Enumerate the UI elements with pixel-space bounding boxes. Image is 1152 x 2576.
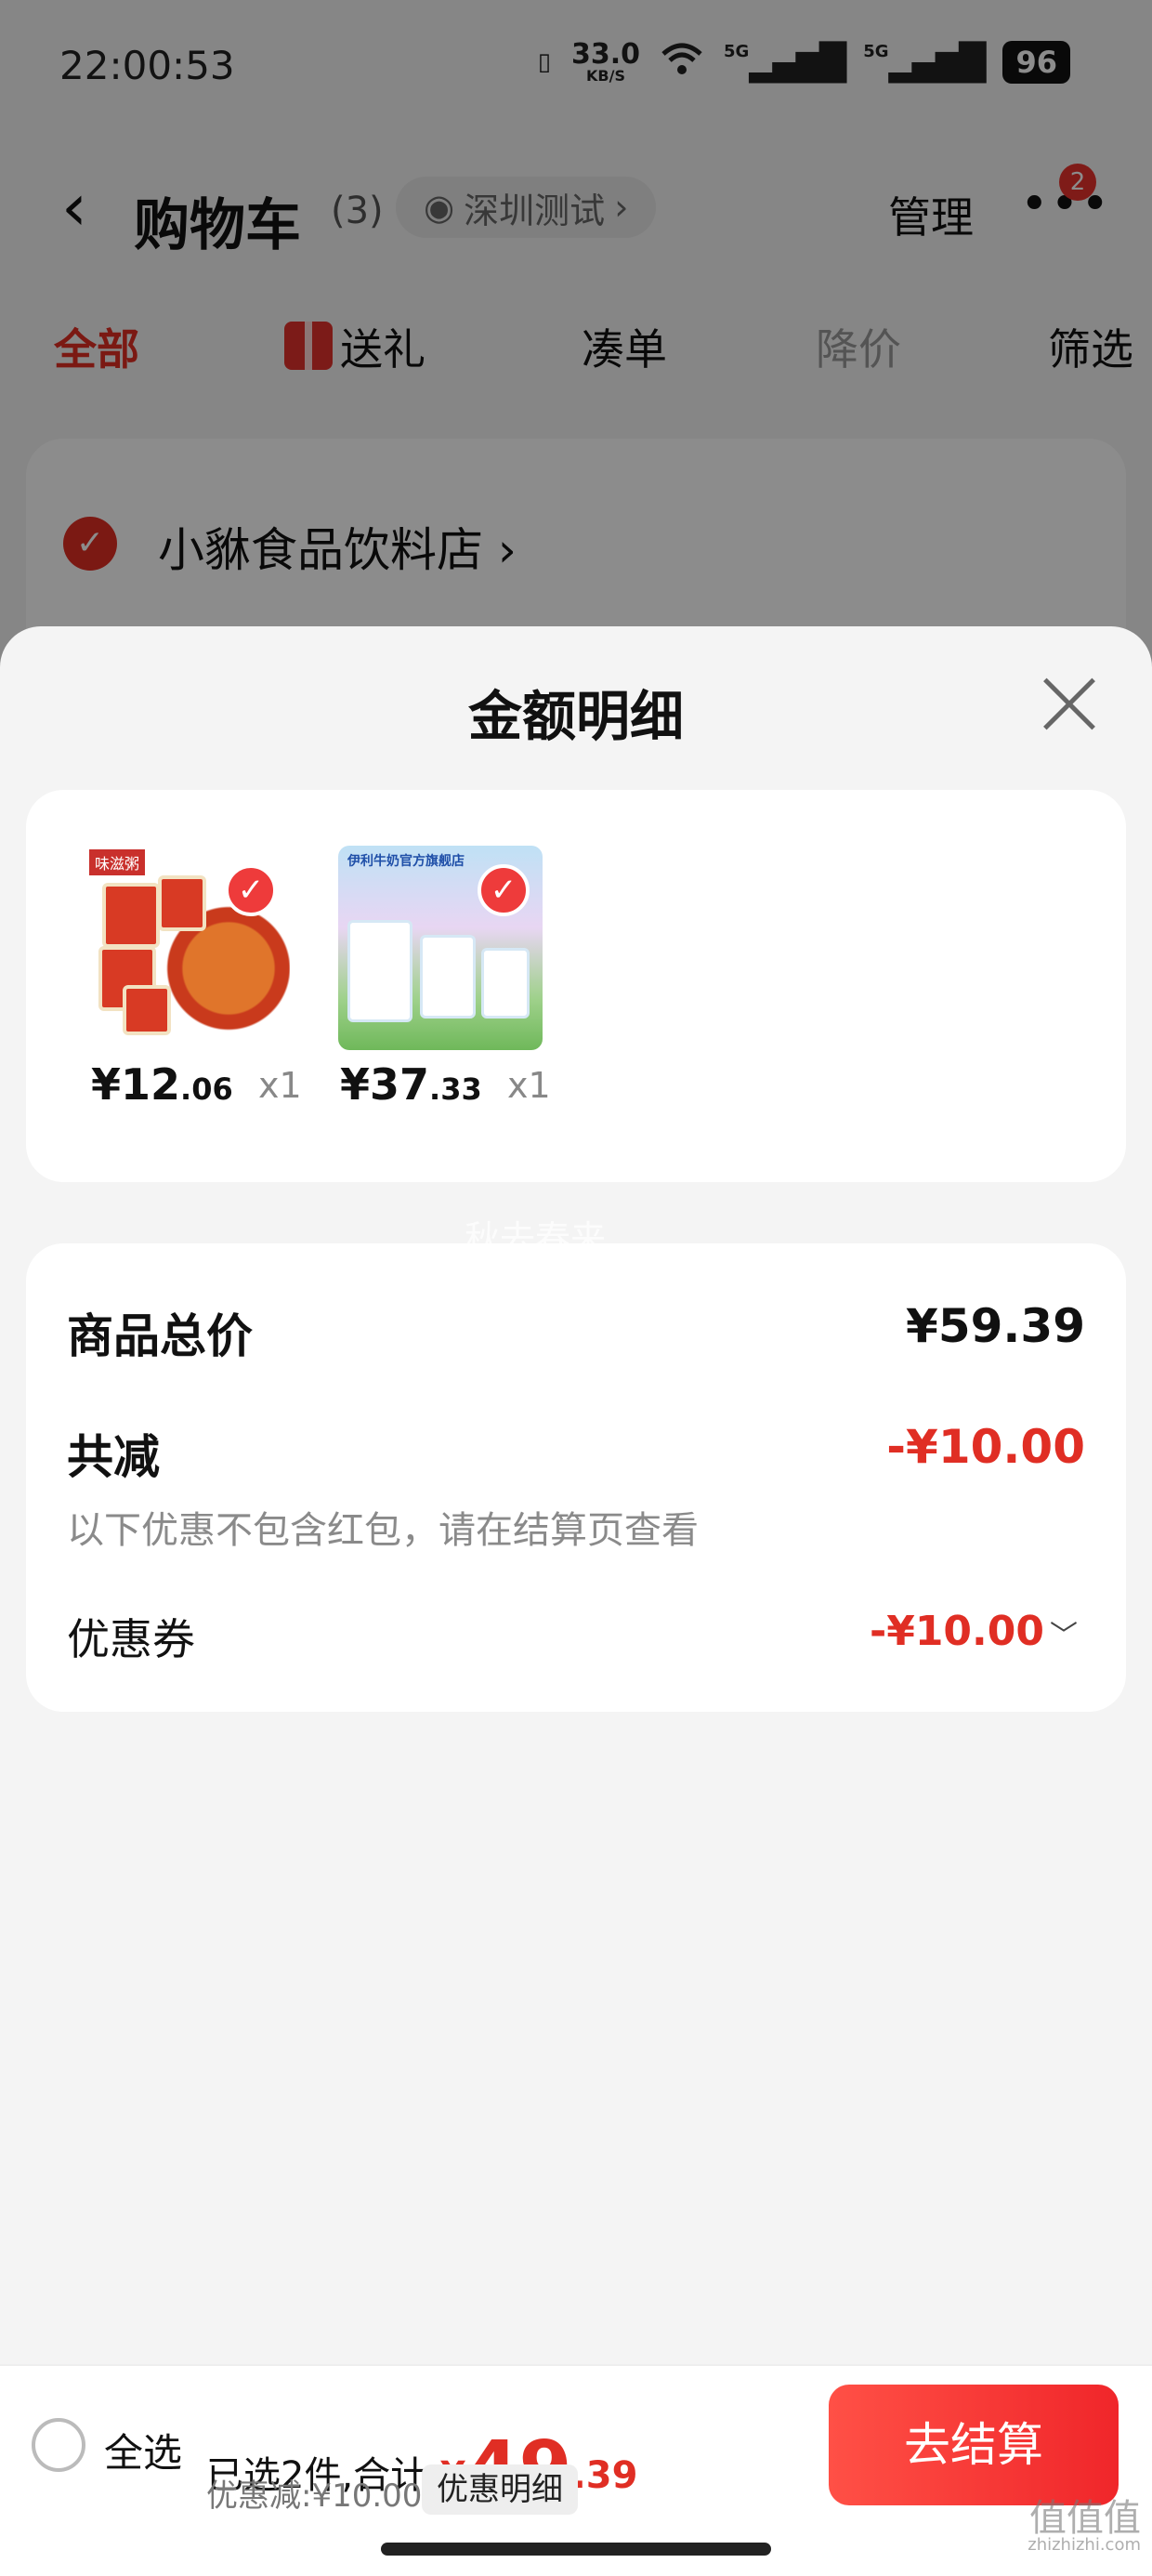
sheet-title: 金额明细 — [467, 685, 684, 748]
coupon-label: 优惠券 — [67, 1614, 195, 1664]
goods-item[interactable]: 味滋粥 ✓ — [85, 846, 318, 1050]
reduction-note: 以下优惠不包含红包，请在结算页查看 — [67, 1509, 699, 1552]
goods-total-label: 商品总价 — [67, 1309, 253, 1363]
site-watermark: 值值值 zhizhizhi.com — [1028, 2497, 1141, 2555]
goods-thumbnail-milk: 伊利牛奶官方旗舰店 ✓ — [338, 846, 543, 1050]
total-reduction-value: -¥10.00 — [886, 1420, 1085, 1474]
goods-price: ¥12.06 — [91, 1059, 233, 1110]
goods-price: ¥37.33 — [340, 1059, 482, 1110]
goods-total-value: ¥59.39 — [906, 1299, 1085, 1353]
goods-check-icon[interactable]: ✓ — [225, 864, 277, 916]
chevron-down-icon: ﹀ — [1050, 1620, 1078, 1652]
goods-check-icon[interactable]: ✓ — [478, 864, 530, 916]
checkout-button[interactable]: 去结算 — [829, 2385, 1119, 2505]
discount-amount: 优惠减:¥10.00 — [206, 2477, 423, 2515]
goods-quantity: x1 — [507, 1065, 551, 1106]
discount-detail-button[interactable]: 优惠明细 — [422, 2464, 578, 2515]
selected-goods-card: 味滋粥 ✓ ¥12.06 x1 伊利牛奶官方旗舰店 ✓ ¥37.33 x1 — [26, 790, 1126, 1182]
select-all-label[interactable]: 全选 — [104, 2422, 182, 2478]
home-indicator[interactable] — [381, 2543, 771, 2556]
goods-item[interactable]: 伊利牛奶官方旗舰店 ✓ — [338, 846, 570, 1050]
total-reduction-label: 共减 — [67, 1430, 160, 1484]
price-summary-card: 商品总价 ¥59.39 共减 -¥10.00 以下优惠不包含红包，请在结算页查看… — [26, 1243, 1126, 1712]
amount-detail-sheet: 金额明细 味滋粥 ✓ ¥12.06 x1 伊利牛奶官方旗舰店 ✓ ¥37.33 … — [0, 626, 1152, 2576]
coupon-value[interactable]: -¥10.00 ﹀ — [870, 1608, 1078, 1655]
close-icon[interactable] — [1041, 675, 1098, 732]
goods-quantity: x1 — [258, 1065, 302, 1106]
select-all-radio[interactable] — [32, 2418, 85, 2472]
goods-thumbnail-food: 味滋粥 ✓ — [85, 846, 290, 1050]
